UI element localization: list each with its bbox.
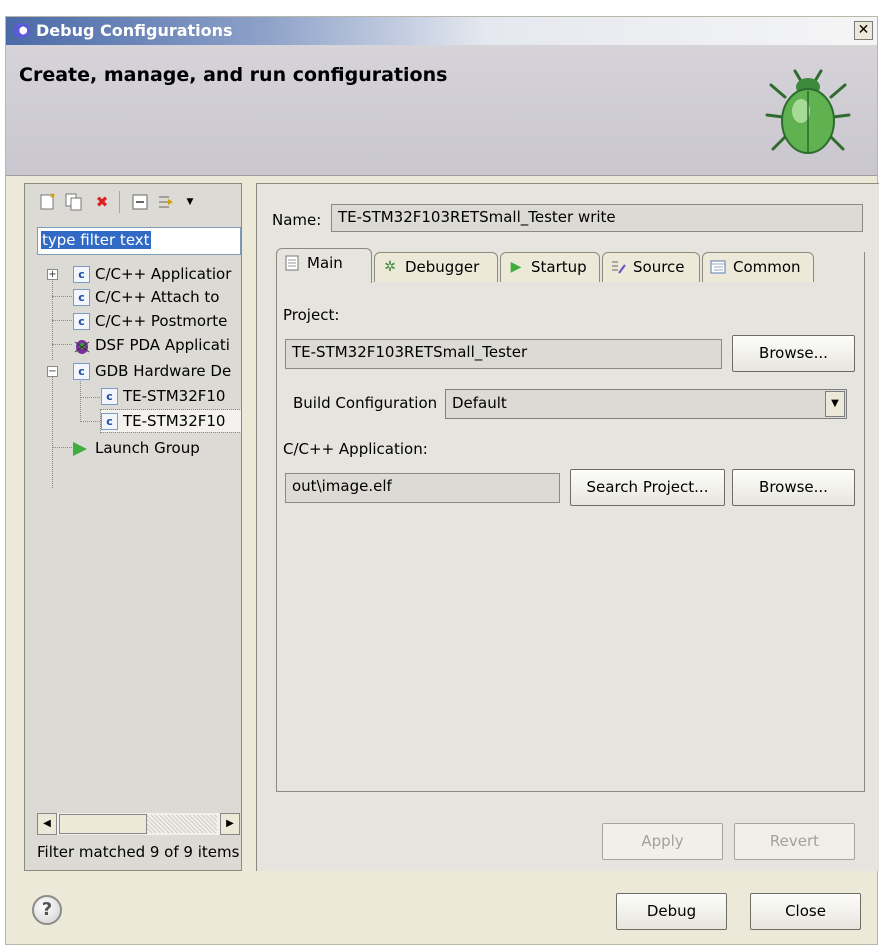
scroll-track[interactable]	[147, 815, 217, 833]
help-icon[interactable]: ?	[32, 895, 62, 925]
banner-heading: Create, manage, and run configurations	[19, 64, 448, 86]
collapse-icon[interactable]: −	[47, 366, 58, 377]
configuration-tree-panel: ✖ ▼ type filter text + c C/C++ Applicati…	[24, 183, 242, 871]
tree-item-selected[interactable]: c TE-STM32F10	[100, 409, 242, 433]
chevron-down-icon[interactable]: ▼	[825, 391, 845, 417]
project-field[interactable]: TE-STM32F103RETSmall_Tester	[285, 339, 722, 369]
c-icon: c	[101, 413, 118, 430]
filter-icon[interactable]	[157, 193, 175, 211]
scroll-right-icon[interactable]: ▶	[220, 813, 240, 835]
tree-item[interactable]: DSF PDA Applicati	[73, 334, 241, 356]
build-configuration-select[interactable]: Default ▼	[445, 389, 847, 419]
c-icon: c	[73, 363, 90, 380]
tab-main[interactable]: Main	[276, 248, 372, 283]
configuration-editor-panel: Name: TE-STM32F103RETSmall_Tester write …	[256, 183, 879, 871]
apply-button[interactable]: Apply	[602, 823, 723, 860]
delete-icon[interactable]: ✖	[93, 193, 111, 211]
tab-content	[276, 252, 865, 792]
new-configuration-icon[interactable]	[39, 193, 57, 211]
tree-guide	[80, 397, 100, 398]
tree-item[interactable]: c GDB Hardware De	[73, 360, 241, 382]
scroll-left-icon[interactable]: ◀	[37, 813, 57, 835]
tree-guide	[80, 421, 100, 422]
c-icon: c	[101, 388, 118, 405]
header-banner: Create, manage, and run configurations	[6, 45, 877, 176]
collapse-all-icon[interactable]	[131, 193, 149, 211]
tab-startup[interactable]: ▶ Startup	[500, 252, 600, 282]
debug-button[interactable]: Debug	[616, 893, 727, 930]
tab-source[interactable]: Source	[602, 252, 700, 282]
launch-arrow-icon	[73, 441, 87, 456]
tree-guide	[52, 320, 72, 321]
page-icon	[284, 255, 300, 271]
application-field[interactable]: out\image.elf	[285, 473, 560, 503]
c-icon: c	[73, 313, 90, 330]
tree-guide	[52, 296, 72, 297]
close-icon[interactable]: ✕	[854, 21, 873, 40]
c-icon: c	[73, 289, 90, 306]
tree-item[interactable]: c C/C++ Attach to	[73, 286, 241, 308]
application-label: C/C++ Application:	[283, 440, 428, 458]
project-label: Project:	[283, 306, 340, 324]
horizontal-scrollbar[interactable]: ◀ ▶	[37, 813, 240, 835]
window-title: Debug Configurations	[36, 21, 233, 40]
c-icon: c	[73, 266, 90, 283]
toolbar-separator	[119, 191, 120, 213]
close-button[interactable]: Close	[750, 893, 861, 930]
source-icon	[610, 259, 626, 275]
tree-item[interactable]: c C/C++ Applicatior	[73, 263, 241, 285]
scroll-thumb[interactable]	[59, 814, 147, 834]
tree-item[interactable]: Launch Group	[73, 437, 241, 459]
tab-debugger[interactable]: ✲ Debugger	[374, 252, 498, 282]
tree-item[interactable]: c C/C++ Postmorte	[73, 310, 241, 332]
tree-guide	[52, 274, 53, 360]
tree-guide	[52, 372, 53, 488]
eclipse-icon	[13, 23, 30, 38]
filter-status: Filter matched 9 of 9 items	[37, 843, 240, 861]
debug-configurations-dialog: Debug Configurations ✕ Create, manage, a…	[5, 16, 879, 945]
build-configuration-label: Build Configuration	[293, 394, 438, 412]
tree-guide	[52, 447, 72, 448]
tree-guide	[52, 344, 72, 345]
tree-item[interactable]: c TE-STM32F10	[101, 385, 241, 407]
search-project-button[interactable]: Search Project...	[570, 469, 725, 506]
bug-icon	[765, 69, 851, 154]
filter-text: type filter text	[41, 231, 151, 249]
name-label: Name:	[272, 211, 322, 229]
project-browse-button[interactable]: Browse...	[732, 335, 855, 372]
play-icon: ▶	[510, 259, 522, 275]
application-browse-button[interactable]: Browse...	[732, 469, 855, 506]
tab-common[interactable]: Common	[702, 252, 814, 282]
common-icon	[710, 259, 726, 275]
filter-input[interactable]: type filter text	[37, 227, 241, 255]
tree-toolbar: ✖ ▼	[25, 184, 241, 218]
expand-icon[interactable]: +	[47, 269, 58, 280]
tab-strip: Main ✲ Debugger ▶ Startup Source Common	[276, 248, 865, 283]
bug-icon	[74, 339, 90, 354]
duplicate-icon[interactable]	[65, 193, 83, 211]
name-field[interactable]: TE-STM32F103RETSmall_Tester write	[331, 204, 863, 232]
debugger-icon: ✲	[384, 259, 396, 275]
title-bar: Debug Configurations ✕	[6, 17, 877, 45]
dropdown-arrow-icon[interactable]: ▼	[181, 193, 199, 211]
revert-button[interactable]: Revert	[734, 823, 855, 860]
